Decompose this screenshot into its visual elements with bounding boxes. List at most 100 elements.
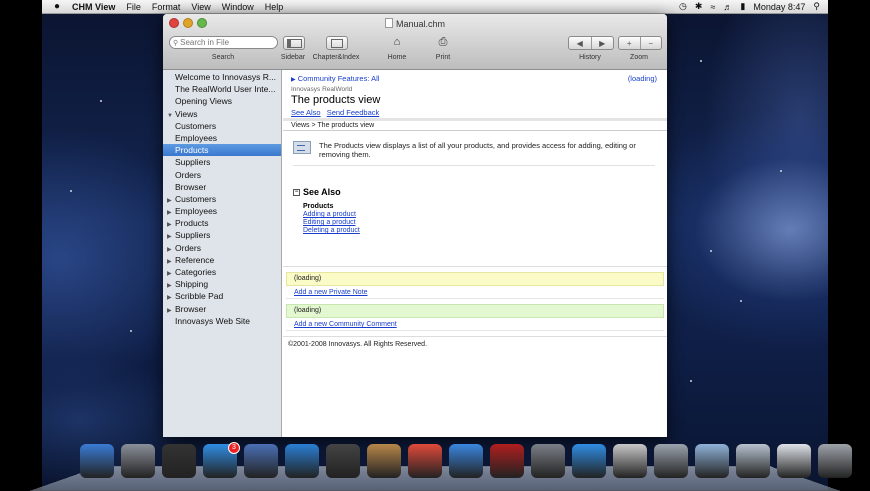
- description-text: The Products view displays a list of all…: [319, 141, 636, 159]
- disclosure-closed-icon[interactable]: ▶: [167, 207, 175, 217]
- disclosure-closed-icon[interactable]: ▶: [167, 268, 175, 278]
- back-button[interactable]: ◀: [569, 37, 592, 49]
- sidebar-item[interactable]: ▶ Categories: [163, 266, 281, 278]
- adding-product-link[interactable]: Adding a product: [303, 211, 356, 218]
- battery-icon[interactable]: ▮: [740, 1, 745, 12]
- sidebar-item[interactable]: ▶ Orders: [163, 242, 281, 254]
- sidebar-item-label: Suppliers: [175, 157, 211, 168]
- sidebar-item[interactable]: Orders: [163, 169, 281, 181]
- deleting-product-link[interactable]: Deleting a product: [303, 227, 360, 234]
- launchpad-icon[interactable]: [121, 444, 155, 478]
- safari-icon[interactable]: [285, 444, 319, 478]
- volume-icon[interactable]: ♬: [723, 2, 732, 12]
- sidebar-item[interactable]: Opening Views: [163, 95, 281, 107]
- see-also-link[interactable]: See Also: [291, 108, 321, 117]
- sidebar-button[interactable]: [283, 36, 305, 50]
- menu-file[interactable]: File: [126, 2, 141, 12]
- wifi-icon[interactable]: ≈: [710, 2, 715, 12]
- see-also-heading[interactable]: − See Also: [293, 187, 667, 197]
- sidebar-item[interactable]: Customers: [163, 120, 281, 132]
- menu-view[interactable]: View: [191, 2, 210, 12]
- topic-description: The Products view displays a list of all…: [293, 141, 655, 166]
- sidebar-item-label: Categories: [175, 267, 217, 277]
- sidebar-item[interactable]: Innovasys Web Site: [163, 315, 281, 327]
- photo-booth-icon[interactable]: [490, 444, 524, 478]
- star: [780, 170, 782, 172]
- menu-format[interactable]: Format: [152, 2, 181, 12]
- see-also-heading-text: See Also: [303, 187, 341, 197]
- preview-icon[interactable]: [244, 444, 278, 478]
- system-preferences-icon[interactable]: [531, 444, 565, 478]
- print-button[interactable]: ⎙: [434, 36, 452, 48]
- sidebar-item[interactable]: ▶ Products: [163, 217, 281, 229]
- sidebar-item[interactable]: The RealWorld User Inte...: [163, 83, 281, 95]
- itunes-icon[interactable]: [449, 444, 483, 478]
- disclosure-closed-icon[interactable]: ▶: [167, 256, 175, 266]
- sidebar-item[interactable]: Browser: [163, 181, 281, 193]
- chm-view-window: Manual.chm ⚲ Search Sidebar Chapter&Inde…: [163, 14, 667, 437]
- disclosure-closed-icon[interactable]: ▶: [167, 195, 175, 205]
- sidebar-item-label: Scribble Pad: [175, 291, 224, 302]
- sidebar-item[interactable]: ▼ Views: [163, 108, 281, 120]
- sidebar-item[interactable]: ▶ Browser: [163, 303, 281, 315]
- community-features[interactable]: ▶ Community Features: All: [291, 74, 659, 83]
- disclosure-closed-icon[interactable]: ▶: [167, 219, 175, 229]
- sidebar-item[interactable]: ▶ Scribble Pad: [163, 290, 281, 302]
- print-label: Print: [435, 54, 451, 61]
- disclosure-closed-icon[interactable]: ▶: [167, 305, 175, 315]
- sidebar-item[interactable]: Welcome to Innovasys R...: [163, 71, 281, 83]
- menu-help[interactable]: Help: [265, 2, 284, 12]
- apple-menu-icon[interactable]: ●: [54, 1, 60, 12]
- sidebar-item[interactable]: Employees: [163, 132, 281, 144]
- disclosure-closed-icon[interactable]: ▶: [167, 244, 175, 254]
- search-field[interactable]: ⚲: [169, 36, 278, 49]
- home-button[interactable]: ⌂: [388, 36, 406, 48]
- copyright: ©2001-2008 Innovasys. All Rights Reserve…: [288, 341, 428, 348]
- forward-button[interactable]: ▶: [592, 37, 614, 49]
- trash-icon[interactable]: [818, 444, 852, 478]
- add-private-note-link[interactable]: Add a new Private Note: [294, 289, 368, 296]
- disclosure-open-icon[interactable]: ▼: [167, 110, 175, 120]
- sidebar-item[interactable]: ▶ Suppliers: [163, 229, 281, 241]
- send-feedback-link[interactable]: Send Feedback: [327, 108, 380, 117]
- sidebar-item[interactable]: ▶ Employees: [163, 205, 281, 217]
- sidebar-item[interactable]: ▶ Shipping: [163, 278, 281, 290]
- star: [710, 250, 712, 252]
- history-label: History: [579, 54, 601, 61]
- applications-folder-icon[interactable]: [695, 444, 729, 478]
- spotlight-icon[interactable]: ⚲: [813, 1, 820, 12]
- mission-control-icon[interactable]: [162, 444, 196, 478]
- sidebar-item[interactable]: Products: [163, 144, 281, 157]
- document-viewer-icon[interactable]: [613, 444, 647, 478]
- editing-product-link[interactable]: Editing a product: [303, 219, 356, 226]
- bluetooth-icon[interactable]: ✱: [695, 1, 703, 12]
- finder-icon[interactable]: [80, 444, 114, 478]
- chapter-index-button[interactable]: [326, 36, 348, 50]
- documents-folder-icon[interactable]: [736, 444, 770, 478]
- disclosure-closed-icon[interactable]: ▶: [167, 280, 175, 290]
- ical-icon[interactable]: [408, 444, 442, 478]
- magnifier-icon[interactable]: [654, 444, 688, 478]
- add-community-comment-link[interactable]: Add a new Community Comment: [294, 321, 397, 328]
- disclosure-closed-icon[interactable]: ▶: [167, 231, 175, 241]
- zoom-in-button[interactable]: +: [619, 37, 641, 49]
- chm-view-icon[interactable]: [572, 444, 606, 478]
- sidebar-item-label: Innovasys Web Site: [175, 315, 250, 326]
- community-features-label[interactable]: Community Features: All: [298, 74, 380, 83]
- downloads-stack-icon[interactable]: [777, 444, 811, 478]
- sidebar-item[interactable]: ▶ Customers: [163, 193, 281, 205]
- collapse-icon[interactable]: −: [293, 188, 300, 196]
- zoom-out-button[interactable]: −: [641, 37, 662, 49]
- app-store-icon[interactable]: 3: [203, 442, 240, 478]
- time-machine-icon[interactable]: ◷: [679, 1, 687, 12]
- facetime-icon[interactable]: [326, 444, 360, 478]
- menu-window[interactable]: Window: [222, 2, 254, 12]
- menu-clock[interactable]: Monday 8:47: [753, 2, 805, 12]
- sidebar-item[interactable]: ▶ Reference: [163, 254, 281, 266]
- search-input[interactable]: [180, 38, 267, 47]
- expand-arrow-icon: ▶: [291, 77, 296, 83]
- menu-app-name[interactable]: CHM View: [72, 2, 115, 12]
- sidebar-item[interactable]: Suppliers: [163, 156, 281, 168]
- address-book-icon[interactable]: [367, 444, 401, 478]
- disclosure-closed-icon[interactable]: ▶: [167, 292, 175, 302]
